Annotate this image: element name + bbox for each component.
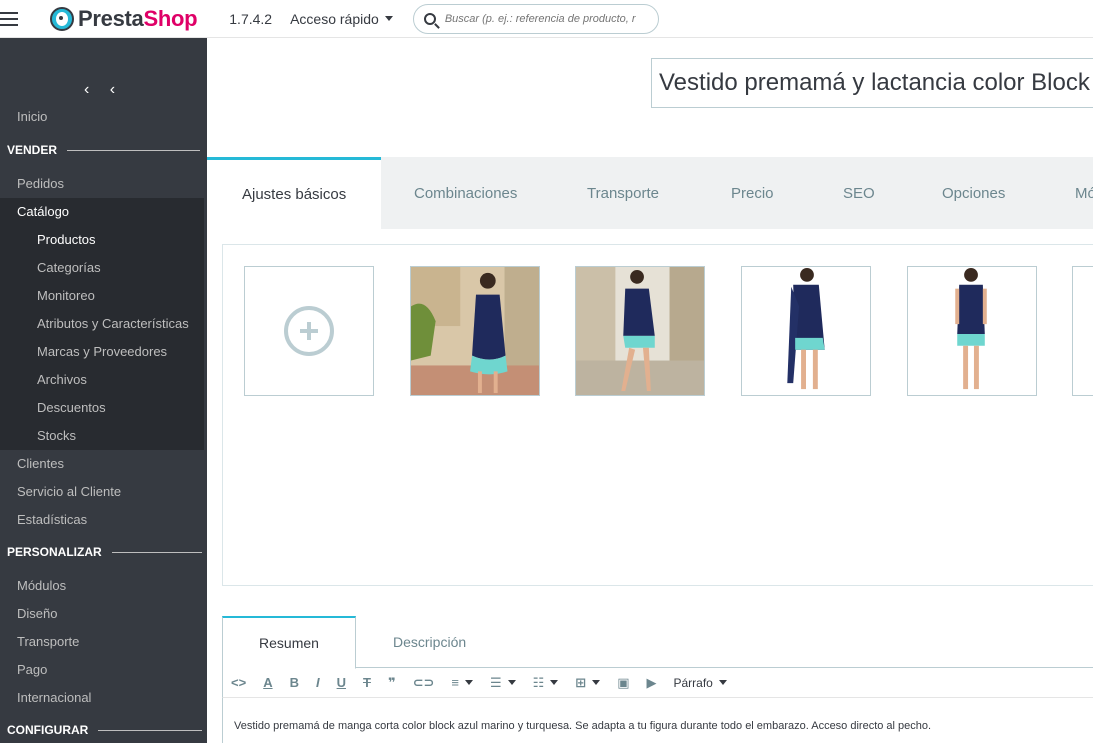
section-configurar: CONFIGURAR: [7, 723, 203, 737]
tab-resumen[interactable]: Resumen: [222, 616, 356, 669]
prestashop-logo-icon: [50, 6, 74, 31]
bold-icon[interactable]: B: [290, 675, 299, 690]
underline-icon[interactable]: U: [337, 675, 346, 690]
align-icon[interactable]: ≡: [451, 675, 473, 690]
quick-access-dropdown[interactable]: Acceso rápido: [290, 11, 393, 27]
top-header: PrestaShop 1.7.4.2 Acceso rápido: [0, 0, 1093, 38]
sidebar-item-catalogo[interactable]: Catálogo: [17, 204, 69, 219]
sidebar-item-diseno[interactable]: Diseño: [17, 606, 57, 621]
video-icon[interactable]: ▶: [646, 675, 656, 691]
sidebar-item-monitoreo[interactable]: Monitoreo: [37, 288, 95, 303]
blockquote-icon[interactable]: ❞: [388, 675, 396, 691]
tab-opciones[interactable]: Opciones: [942, 157, 1005, 229]
text-color-icon[interactable]: A: [263, 675, 272, 690]
logo-text-shop: Shop: [143, 5, 198, 31]
italic-icon[interactable]: I: [316, 675, 320, 690]
image-icon[interactable]: ▣: [617, 675, 629, 691]
sidebar-item-transporte[interactable]: Transporte: [17, 634, 79, 649]
sidebar-item-estadisticas[interactable]: Estadísticas: [17, 512, 87, 527]
main-content: Vestido premamá y lactancia color Block …: [207, 38, 1093, 743]
product-photo-icon: [576, 267, 704, 395]
paragraph-format-label: Párrafo: [673, 675, 713, 690]
tab-ajustes-basicos[interactable]: Ajustes básicos: [207, 157, 382, 229]
strikethrough-icon[interactable]: T: [363, 675, 371, 690]
tab-combinaciones[interactable]: Combinaciones: [414, 157, 517, 229]
sidebar-item-inicio[interactable]: Inicio: [17, 109, 47, 124]
sidebar-item-stocks[interactable]: Stocks: [37, 428, 76, 443]
chevron-down-icon: [384, 16, 393, 21]
search-input[interactable]: [444, 12, 650, 25]
tab-descripcion[interactable]: Descripción: [393, 616, 466, 668]
section-vender-label: VENDER: [7, 143, 58, 157]
collapse-sidebar-icon[interactable]: ‹ ‹: [84, 81, 123, 99]
numbered-list-icon[interactable]: ☷: [533, 675, 559, 691]
bullet-list-icon[interactable]: ☰: [490, 675, 516, 691]
section-personalizar: PERSONALIZAR: [7, 545, 202, 559]
product-photo-icon: [908, 267, 1036, 395]
product-images-panel: [222, 244, 1093, 586]
section-configurar-label: CONFIGURAR: [7, 723, 89, 737]
product-image[interactable]: [1072, 266, 1093, 396]
link-icon[interactable]: ⊂⊃: [413, 675, 435, 691]
product-image[interactable]: [575, 266, 705, 396]
table-icon[interactable]: ⊞: [575, 675, 601, 691]
product-image[interactable]: [410, 266, 540, 396]
sidebar-item-archivos[interactable]: Archivos: [37, 372, 87, 387]
paragraph-format-dropdown[interactable]: Párrafo: [673, 675, 727, 690]
version-label: 1.7.4.2: [229, 10, 273, 27]
search-box[interactable]: [412, 3, 659, 34]
product-tabs: Ajustes básicos Combinaciones Transporte…: [207, 157, 1093, 229]
sidebar-item-servicio[interactable]: Servicio al Cliente: [17, 484, 121, 499]
source-code-icon[interactable]: <>: [231, 675, 246, 690]
divider: [111, 551, 202, 553]
sidebar: ‹ ‹ Inicio VENDER Pedidos Catálogo Produ…: [0, 38, 207, 743]
tab-precio[interactable]: Precio: [731, 157, 774, 229]
product-name-input[interactable]: Vestido premamá y lactancia color Block: [651, 58, 1093, 108]
product-photo-icon: [411, 267, 539, 395]
editor-toolbar: <> A B I U T ❞ ⊂⊃ ≡ ☰ ☷ ⊞ ▣ ▶ Párrafo: [222, 668, 1093, 698]
summary-editor[interactable]: Vestido premamá de manga corta color blo…: [222, 698, 1093, 743]
sidebar-item-modulos[interactable]: Módulos: [17, 578, 66, 593]
sidebar-item-internacional[interactable]: Internacional: [17, 690, 91, 705]
section-personalizar-label: PERSONALIZAR: [7, 545, 102, 559]
sidebar-item-productos[interactable]: Productos: [37, 232, 96, 247]
add-image-button[interactable]: [244, 266, 374, 396]
logo-text-presta: Presta: [78, 5, 144, 31]
section-vender: VENDER: [7, 143, 201, 157]
sidebar-item-categorias[interactable]: Categorías: [37, 260, 101, 275]
tab-transporte[interactable]: Transporte: [587, 157, 659, 229]
sidebar-item-pago[interactable]: Pago: [17, 662, 47, 677]
sidebar-item-atributos[interactable]: Atributos y Características: [37, 316, 189, 331]
plus-icon: [284, 306, 334, 356]
tab-seo[interactable]: SEO: [843, 157, 875, 229]
description-tabs: Resumen Descripción: [222, 616, 1093, 669]
sidebar-item-descuentos[interactable]: Descuentos: [37, 400, 106, 415]
menu-icon[interactable]: [0, 11, 18, 26]
product-image[interactable]: [741, 266, 871, 396]
product-image[interactable]: [907, 266, 1037, 396]
quick-access-label: Acceso rápido: [290, 10, 379, 27]
divider: [98, 729, 203, 731]
sidebar-item-pedidos[interactable]: Pedidos: [17, 176, 64, 191]
logo[interactable]: PrestaShop: [50, 5, 198, 32]
search-icon[interactable]: [423, 12, 436, 25]
sidebar-item-clientes[interactable]: Clientes: [17, 456, 64, 471]
divider: [67, 149, 201, 151]
sidebar-item-marcas[interactable]: Marcas y Proveedores: [37, 344, 167, 359]
product-photo-icon: [742, 267, 870, 395]
tab-modulos[interactable]: Mó: [1075, 157, 1093, 229]
